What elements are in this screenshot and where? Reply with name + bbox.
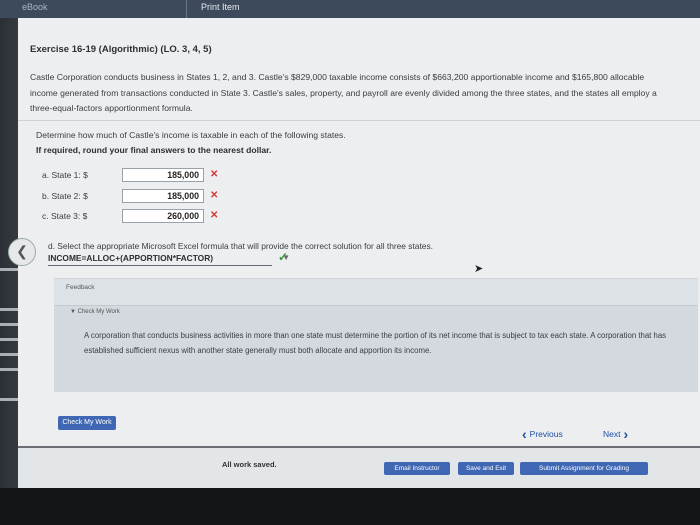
tab-ebook[interactable]: eBook — [22, 2, 48, 12]
email-instructor-button[interactable]: Email Instructor — [384, 462, 450, 475]
feedback-label: Feedback — [66, 284, 95, 291]
bottom-bar: All work saved. Email Instructor Save an… — [18, 446, 700, 490]
exercise-paragraph: Castle Corporation conducts business in … — [30, 72, 657, 113]
exercise-title: Exercise 16-19 (Algorithmic) (LO. 3, 4, … — [30, 44, 212, 55]
instructions: Determine how much of Castle's income is… — [36, 128, 346, 158]
save-status: All work saved. — [222, 460, 277, 469]
answer-label: b. State 2: $ — [42, 191, 88, 201]
next-label: Next — [603, 429, 621, 439]
divider — [18, 120, 700, 121]
next-button[interactable]: Next › — [603, 426, 628, 442]
check-my-work-button[interactable]: Check My Work — [58, 416, 116, 430]
previous-button[interactable]: ‹ Previous — [522, 426, 563, 442]
formula-select-value: INCOME=ALLOC+(APPORTION*FACTOR) — [48, 253, 214, 263]
feedback-text: A corporation that conducts business act… — [84, 331, 667, 355]
answer-label: a. State 1: $ — [42, 170, 88, 180]
check-my-work-panel: ▼ Check My Work A corporation that condu… — [54, 305, 698, 392]
state-2-input[interactable]: 185,000 — [122, 189, 204, 203]
save-and-exit-button[interactable]: Save and Exit — [458, 462, 514, 475]
formula-select[interactable]: INCOME=ALLOC+(APPORTION*FACTOR) ▼ — [48, 253, 290, 266]
previous-label: Previous — [529, 429, 563, 439]
incorrect-icon: ✕ — [210, 190, 219, 201]
correct-icon: ✓ — [278, 250, 289, 264]
incorrect-icon: ✕ — [210, 169, 219, 180]
check-my-work-toggle[interactable]: ▼ Check My Work — [70, 309, 120, 315]
answer-label: c. State 3: $ — [42, 211, 88, 221]
rounding-note: If required, round your final answers to… — [36, 145, 272, 155]
incorrect-icon: ✕ — [210, 210, 219, 221]
chevron-right-icon: › — [623, 426, 629, 442]
submit-assignment-button[interactable]: Submit Assignment for Grading — [520, 462, 648, 475]
chevron-left-icon: ‹ — [522, 426, 527, 442]
chevron-left-icon[interactable]: ❮ — [8, 238, 36, 266]
state-3-input[interactable]: 260,000 — [122, 209, 204, 223]
part-d-prompt: d. Select the appropriate Microsoft Exce… — [48, 241, 433, 251]
feedback-panel: Feedback ▼ Check My Work A corporation t… — [54, 278, 698, 392]
instruction-text: Determine how much of Castle's income is… — [36, 130, 346, 140]
exercise-page: Exercise 16-19 (Algorithmic) (LO. 3, 4, … — [18, 18, 700, 490]
state-1-input[interactable]: 185,000 — [122, 168, 204, 182]
tab-print-item[interactable]: Print Item — [186, 0, 240, 18]
mouse-cursor-icon: ➤ — [474, 263, 484, 275]
top-bar: eBook Print Item — [0, 0, 700, 18]
background-surface — [0, 488, 700, 525]
